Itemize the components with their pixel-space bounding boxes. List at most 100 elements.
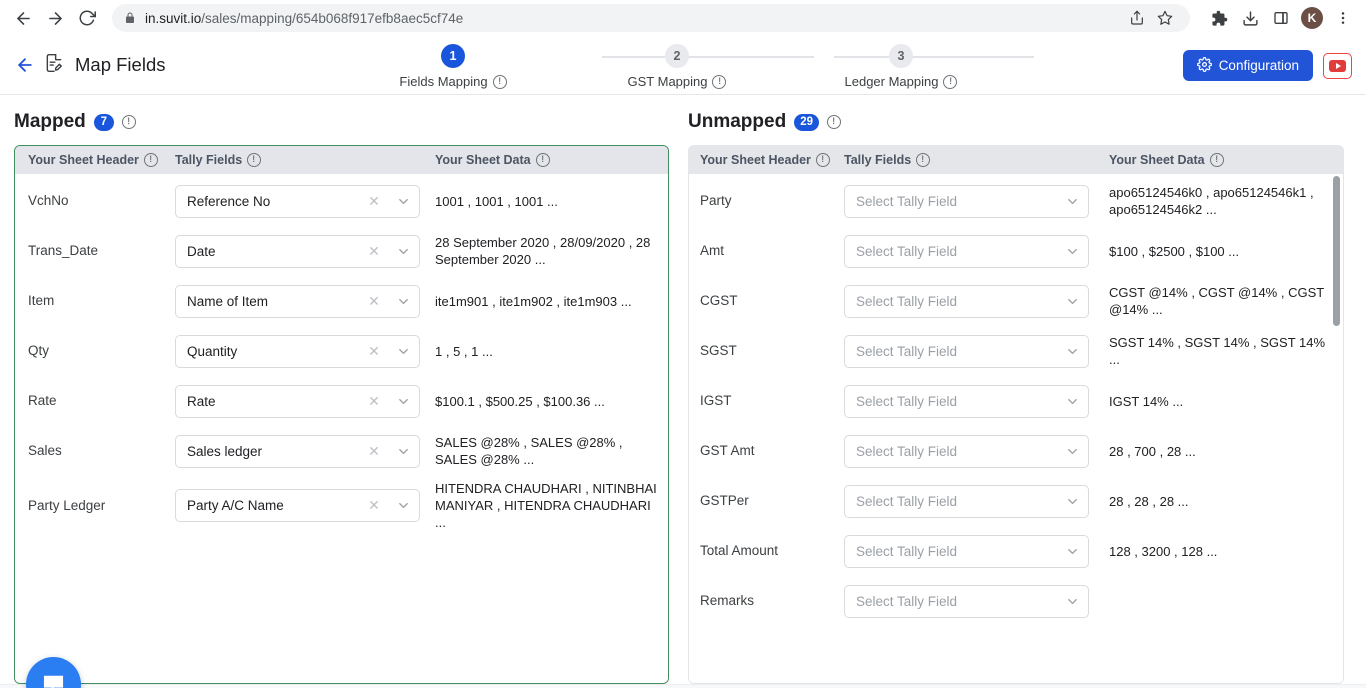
row-tally-field-cell: Select Tally Field xyxy=(844,484,1109,518)
chevron-down-icon[interactable] xyxy=(1056,294,1088,309)
row-tally-field-cell: Select Tally Field xyxy=(844,584,1109,618)
tally-field-select[interactable]: Date ✕ xyxy=(175,234,420,268)
chevron-down-icon[interactable] xyxy=(387,444,419,459)
configuration-button[interactable]: Configuration xyxy=(1182,50,1313,81)
star-icon[interactable] xyxy=(1152,5,1178,31)
table-row: VchNo Reference No ✕ 1001 , 1001 , 1001 ... xyxy=(15,176,668,226)
sheet-header-name: Party Ledger xyxy=(28,497,106,513)
chevron-down-icon[interactable] xyxy=(387,498,419,513)
clear-selection-icon[interactable]: ✕ xyxy=(361,497,387,514)
row-sheet-data-cell: SALES @28% , SALES @28% , SALES @28% ... xyxy=(435,435,623,467)
chevron-down-icon[interactable] xyxy=(387,394,419,409)
tally-field-select[interactable]: Rate ✕ xyxy=(175,384,420,418)
table-row: Rate Rate ✕ $100.1 , $500.25 , $100.36 ... xyxy=(15,376,668,426)
tally-field-select[interactable]: Sales ledger ✕ xyxy=(175,434,420,468)
clear-selection-icon[interactable]: ✕ xyxy=(361,443,387,460)
tally-field-select[interactable]: Select Tally Field xyxy=(844,184,1089,218)
table-row: Party Ledger Party A/C Name ✕ HITENDRA CHAU… xyxy=(15,476,668,535)
info-icon[interactable] xyxy=(535,153,550,167)
tally-field-select[interactable]: Select Tally Field xyxy=(844,384,1089,418)
mapped-count-badge: 7 xyxy=(93,113,114,131)
unmapped-scrollbar-thumb[interactable] xyxy=(1333,176,1340,326)
info-icon[interactable] xyxy=(712,74,727,89)
chevron-down-icon[interactable] xyxy=(387,244,419,259)
chevron-down-icon[interactable] xyxy=(1056,544,1088,559)
tally-field-select[interactable]: Select Tally Field xyxy=(844,334,1089,368)
tally-field-value: Quantity xyxy=(187,343,238,359)
row-tally-field-cell: Select Tally Field xyxy=(844,334,1109,368)
row-sheet-data-cell: CGST @14% , CGST @14% , CGST @14% ... xyxy=(1109,285,1324,317)
main-content: Mapped 7 Your Sheet Header Tally Fields … xyxy=(0,95,1366,688)
tally-field-select[interactable]: Name of Item ✕ xyxy=(175,284,420,318)
table-row: Sales Sales ledger ✕ SALES @28% , SALES @28… xyxy=(15,426,668,476)
clear-selection-icon[interactable]: ✕ xyxy=(361,193,387,210)
column-header-tally-fields: Tally Fields xyxy=(844,153,1109,167)
table-row: Remarks Select Tally Field xyxy=(689,576,1343,626)
download-icon[interactable] xyxy=(1235,3,1265,33)
row-tally-field-cell: Party A/C Name ✕ xyxy=(175,489,435,522)
info-icon[interactable] xyxy=(916,153,931,167)
tally-field-select[interactable]: Select Tally Field xyxy=(844,284,1089,318)
info-icon[interactable] xyxy=(826,115,841,129)
tally-field-select[interactable]: Select Tally Field xyxy=(844,484,1089,518)
info-icon[interactable] xyxy=(815,153,830,167)
three-dot-menu-icon[interactable] xyxy=(1328,3,1358,33)
info-icon[interactable] xyxy=(1209,153,1224,167)
avatar-initial: K xyxy=(1301,7,1323,29)
clear-selection-icon[interactable]: ✕ xyxy=(361,343,387,360)
avatar[interactable]: K xyxy=(1297,3,1327,33)
chevron-down-icon[interactable] xyxy=(1056,594,1088,609)
mapped-panel: Your Sheet Header Tally Fields Your Shee… xyxy=(14,145,669,684)
step-number-3: 3 xyxy=(889,44,913,68)
column-label: Tally Fields xyxy=(175,153,243,167)
chevron-down-icon[interactable] xyxy=(387,294,419,309)
chevron-down-icon[interactable] xyxy=(1056,194,1088,209)
row-sheet-data-cell: ite1m901 , ite1m902 , ite1m903 ... xyxy=(435,293,632,309)
table-row: Qty Quantity ✕ 1 , 5 , 1 ... xyxy=(15,326,668,376)
info-icon[interactable] xyxy=(143,153,158,167)
info-icon[interactable] xyxy=(247,153,262,167)
tally-field-value: Sales ledger xyxy=(187,443,263,459)
youtube-icon[interactable] xyxy=(1323,52,1352,79)
chevron-down-icon[interactable] xyxy=(387,344,419,359)
stepper-step-2[interactable]: 2 GST Mapping xyxy=(577,44,777,89)
tally-field-value: Rate xyxy=(187,393,216,409)
browser-back-button[interactable] xyxy=(8,3,38,33)
browser-reload-button[interactable] xyxy=(72,3,102,33)
clear-selection-icon[interactable]: ✕ xyxy=(361,243,387,260)
tally-field-select[interactable]: Reference No ✕ xyxy=(175,184,420,218)
chevron-down-icon[interactable] xyxy=(1056,344,1088,359)
row-sheet-header-cell: Amt xyxy=(689,242,844,260)
stepper-step-1[interactable]: 1 Fields Mapping xyxy=(353,44,553,89)
row-sheet-header-cell: Party xyxy=(689,192,844,210)
tally-field-select[interactable]: Select Tally Field xyxy=(844,434,1089,468)
side-panel-icon[interactable] xyxy=(1266,3,1296,33)
tally-field-select[interactable]: Select Tally Field xyxy=(844,584,1089,618)
chevron-down-icon[interactable] xyxy=(1056,494,1088,509)
row-sheet-header-cell: Item xyxy=(15,292,175,310)
info-icon[interactable] xyxy=(492,74,507,89)
info-icon[interactable] xyxy=(943,74,958,89)
share-icon[interactable] xyxy=(1124,5,1150,31)
puzzle-icon[interactable] xyxy=(1204,3,1234,33)
tally-field-select[interactable]: Party A/C Name ✕ xyxy=(175,489,420,522)
chevron-down-icon[interactable] xyxy=(1056,394,1088,409)
browser-forward-button[interactable] xyxy=(40,3,70,33)
table-row: CGST Select Tally Field CGST @14% , CGST @… xyxy=(689,276,1343,326)
info-icon[interactable] xyxy=(121,115,136,129)
clear-selection-icon[interactable]: ✕ xyxy=(361,293,387,310)
tally-field-select[interactable]: Select Tally Field xyxy=(844,234,1089,268)
configuration-label: Configuration xyxy=(1218,58,1299,73)
tally-field-select[interactable]: Quantity ✕ xyxy=(175,334,420,368)
chevron-down-icon[interactable] xyxy=(387,194,419,209)
tally-field-select[interactable]: Select Tally Field xyxy=(844,534,1089,568)
page-title: Map Fields xyxy=(75,54,166,75)
column-header-tally-fields: Tally Fields xyxy=(175,153,435,167)
address-bar[interactable]: in.suvit.io/sales/mapping/654b068f917efb… xyxy=(112,4,1190,32)
app-back-button[interactable] xyxy=(10,50,40,80)
unmapped-scrollbar[interactable] xyxy=(1333,176,1340,681)
clear-selection-icon[interactable]: ✕ xyxy=(361,393,387,410)
chevron-down-icon[interactable] xyxy=(1056,444,1088,459)
stepper-step-3[interactable]: 3 Ledger Mapping xyxy=(801,44,1001,89)
chevron-down-icon[interactable] xyxy=(1056,244,1088,259)
